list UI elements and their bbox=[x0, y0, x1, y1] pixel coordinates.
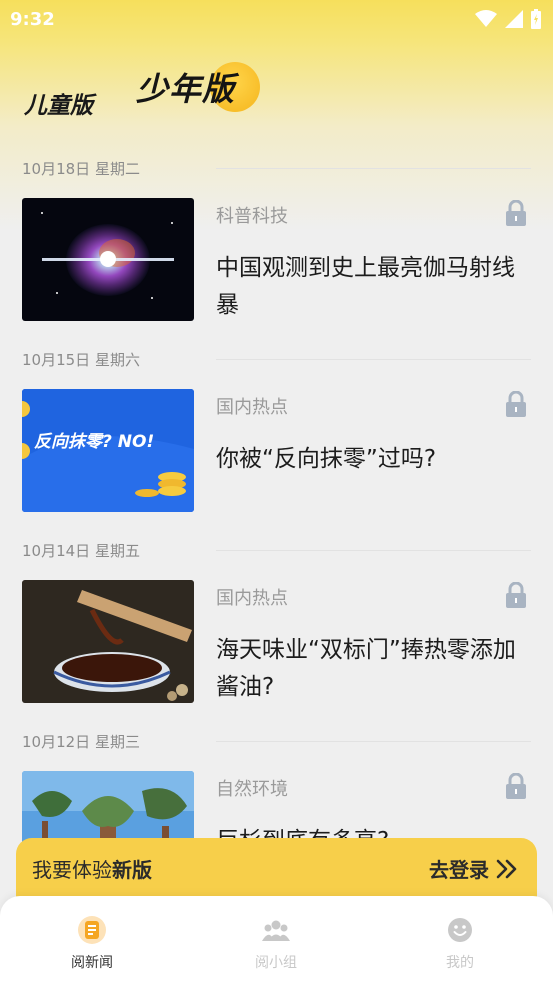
news-thumbnail bbox=[22, 580, 194, 703]
news-item[interactable]: 10月18日 星期二 科普科技 中国观测到史上最亮伽马射线暴 bbox=[0, 150, 553, 341]
nav-group[interactable]: 阅小组 bbox=[216, 916, 336, 972]
divider bbox=[216, 741, 531, 742]
news-category: 自然环境 bbox=[216, 779, 288, 800]
news-icon bbox=[78, 916, 106, 944]
lock-icon bbox=[506, 391, 526, 417]
tab-teen-version[interactable]: 少年版 bbox=[136, 62, 260, 112]
news-headline: 中国观测到史上最亮伽马射线暴 bbox=[216, 255, 515, 318]
nav-news[interactable]: 阅新闻 bbox=[32, 916, 152, 972]
login-button-label: 去登录 bbox=[429, 858, 489, 882]
login-button[interactable]: 去登录 bbox=[429, 854, 517, 883]
divider bbox=[216, 550, 531, 551]
login-banner[interactable]: 我要体验新版 去登录 bbox=[16, 838, 537, 904]
battery-icon bbox=[531, 9, 541, 29]
banner-text-bold: 新版 bbox=[112, 858, 152, 882]
bottom-nav: 阅新闻 阅小组 我的 bbox=[0, 896, 553, 984]
group-icon bbox=[262, 920, 290, 941]
nav-label: 我的 bbox=[446, 955, 474, 971]
status-icons bbox=[475, 9, 541, 29]
nav-label: 阅新闻 bbox=[71, 955, 113, 971]
news-item[interactable]: 10月14日 星期五 国内热点 海天味业“双标门”捧热零添加酱油? bbox=[0, 532, 553, 723]
date-label: 10月15日 星期六 bbox=[22, 351, 140, 369]
divider bbox=[216, 168, 531, 169]
tab-kid-version[interactable]: 儿童版 bbox=[24, 86, 93, 120]
lock-icon bbox=[506, 582, 526, 608]
news-category: 科普科技 bbox=[216, 206, 288, 227]
banner-text: 我要体验新版 bbox=[32, 854, 152, 883]
divider bbox=[216, 359, 531, 360]
news-category: 国内热点 bbox=[216, 588, 288, 609]
tab-teen-label: 少年版 bbox=[136, 70, 236, 108]
banner-text-prefix: 我要体验 bbox=[32, 858, 112, 882]
thumbnail-caption: 反向抹零? NO! bbox=[34, 432, 155, 452]
nav-label: 阅小组 bbox=[255, 955, 297, 971]
smile-icon bbox=[448, 918, 472, 942]
news-thumbnail bbox=[22, 198, 194, 321]
nav-mine[interactable]: 我的 bbox=[400, 916, 520, 972]
signal-icon bbox=[505, 10, 523, 28]
status-bar: 9:32 bbox=[0, 0, 553, 38]
date-label: 10月18日 星期二 bbox=[22, 160, 140, 178]
lock-icon bbox=[506, 773, 526, 799]
date-label: 10月12日 星期三 bbox=[22, 733, 140, 751]
wifi-icon bbox=[475, 10, 497, 27]
news-category: 国内热点 bbox=[216, 397, 288, 418]
status-time: 9:32 bbox=[10, 8, 55, 30]
lock-icon bbox=[506, 200, 526, 226]
news-headline: 海天味业“双标门”捧热零添加酱油? bbox=[216, 637, 516, 700]
date-label: 10月14日 星期五 bbox=[22, 542, 140, 560]
news-item[interactable]: 10月15日 星期六 反向抹零? NO! 国内热点 你被“反向抹零”过吗? bbox=[0, 341, 553, 532]
news-thumbnail: 反向抹零? NO! bbox=[22, 389, 194, 512]
double-chevron-right-icon bbox=[496, 859, 517, 878]
news-headline: 你被“反向抹零”过吗? bbox=[216, 446, 437, 472]
mode-tabs: 儿童版 少年版 bbox=[22, 60, 542, 130]
